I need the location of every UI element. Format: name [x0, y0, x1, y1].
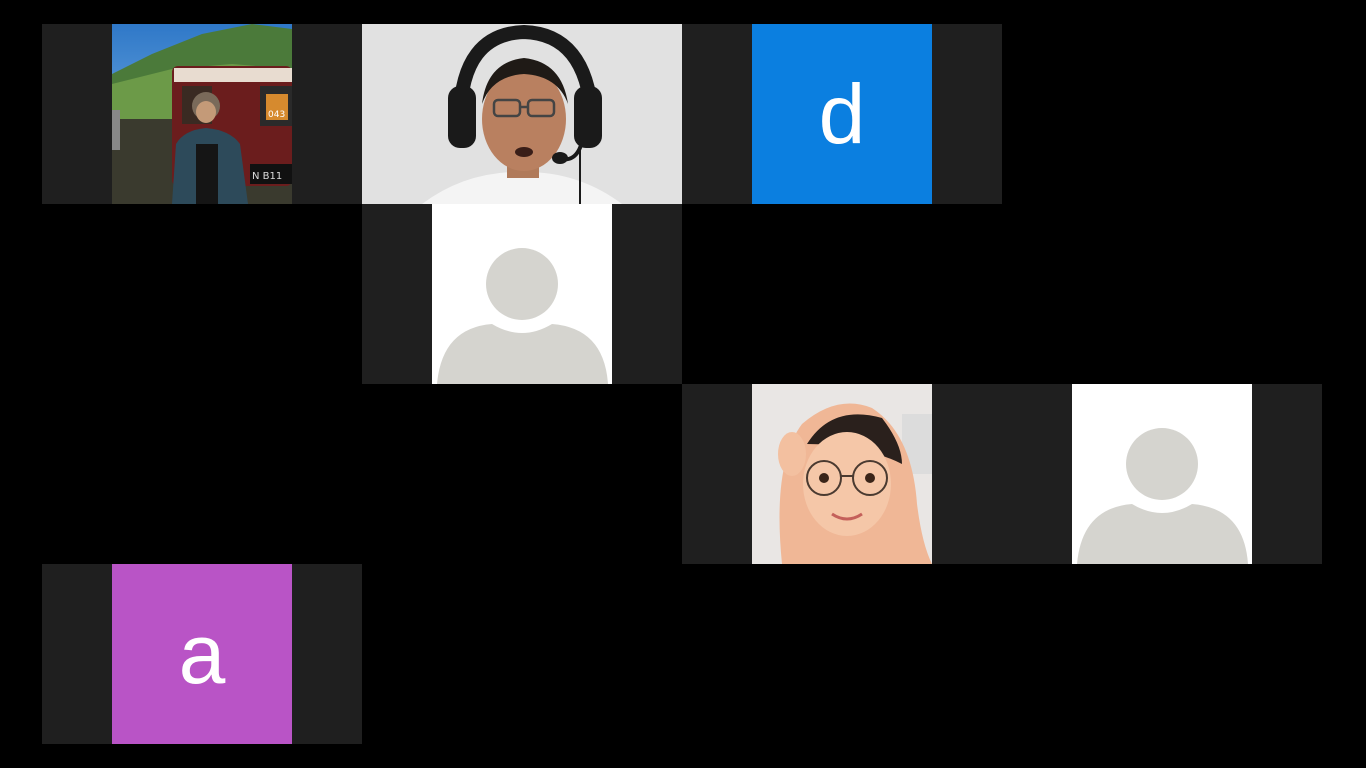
participant-tile-3[interactable]: d [682, 24, 1002, 204]
avatar-initial-letter: a [178, 607, 226, 701]
participant-tile-1[interactable]: 043 N B11 [42, 24, 362, 204]
jeep-number: 043 [268, 110, 285, 120]
avatar-initial-letter: d [818, 67, 866, 161]
participant-tile-5[interactable] [682, 384, 1002, 564]
participant-video-headset [362, 24, 682, 204]
participant-tile-7[interactable]: a [42, 564, 362, 744]
jeep-plate: N B11 [252, 171, 282, 182]
video-gallery: 043 N B11 d a [0, 0, 1366, 768]
participant-tile-4[interactable] [362, 204, 682, 384]
default-user-icon [1072, 384, 1252, 564]
participant-avatar-initial: d [752, 24, 932, 204]
participant-video-hijab [752, 384, 932, 564]
participant-avatar-initial: a [112, 564, 292, 744]
participant-video-outdoor: 043 N B11 [112, 24, 292, 204]
participant-tile-2[interactable] [362, 24, 682, 204]
participant-tile-6[interactable] [1002, 384, 1322, 564]
default-user-icon [432, 204, 612, 384]
